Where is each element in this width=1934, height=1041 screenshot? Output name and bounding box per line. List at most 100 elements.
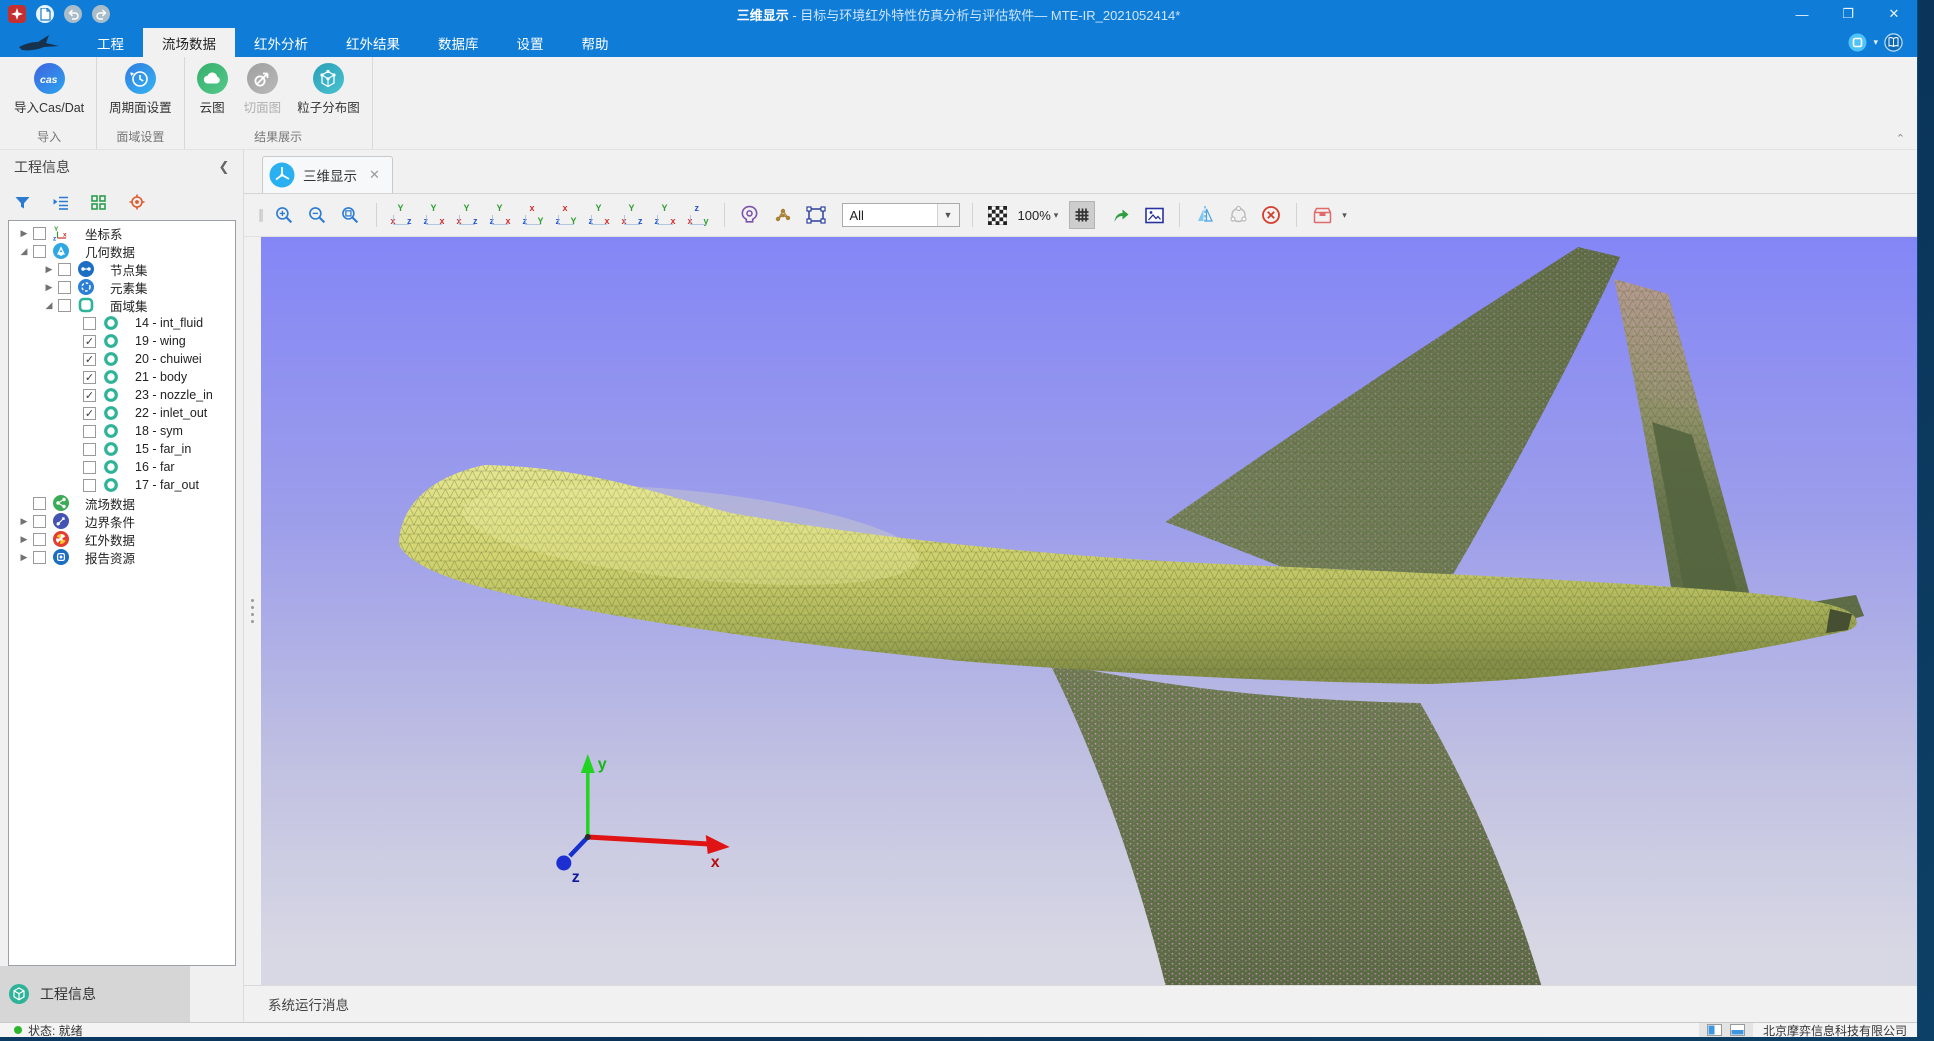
panel-splitter[interactable]	[244, 237, 261, 985]
filter-icon[interactable]	[14, 194, 31, 211]
tree-expander-icon[interactable]: ▶	[40, 264, 58, 275]
tree-expander-icon[interactable]: ▶	[15, 228, 33, 239]
new-document-icon[interactable]	[36, 5, 54, 23]
tree-row[interactable]: ✓19 - wing	[9, 332, 235, 350]
rotate-view-ccw-icon[interactable]: Yzx	[653, 203, 679, 227]
checkerboard-opacity-icon[interactable]	[985, 201, 1011, 229]
tab-3d-view[interactable]: 三维显示 ✕	[262, 156, 393, 193]
locate-icon[interactable]	[128, 194, 145, 211]
menu-item-infrared-results[interactable]: 红外结果	[327, 28, 419, 57]
tree-checkbox[interactable]: ✓	[83, 389, 96, 402]
dock-tab-project-info[interactable]: 工程信息	[0, 966, 190, 1022]
tree-checkbox[interactable]	[33, 497, 46, 510]
tree-checkbox[interactable]	[83, 479, 96, 492]
view-front-icon[interactable]: Yxz	[389, 203, 415, 227]
region-filter-select[interactable]: All ▼	[842, 203, 960, 227]
mesh-grid-toggle-icon[interactable]	[1069, 201, 1095, 229]
tree-checkbox[interactable]: ✓	[83, 407, 96, 420]
menu-item-database[interactable]: 数据库	[419, 28, 498, 57]
tree-row[interactable]: 14 - int_fluid	[9, 314, 235, 332]
tree-checkbox[interactable]	[33, 227, 46, 240]
smooth-surface-icon[interactable]	[1225, 201, 1251, 229]
view-back-icon[interactable]: Yzx	[422, 203, 448, 227]
tree-checkbox[interactable]	[33, 245, 46, 258]
tree-expander-icon[interactable]: ▶	[15, 516, 33, 527]
menu-item-flow-field-data[interactable]: 流场数据	[143, 28, 235, 57]
snapshot-image-icon[interactable]	[1141, 201, 1167, 229]
tree-checkbox[interactable]: ✓	[83, 353, 96, 366]
menu-item-help[interactable]: 帮助	[563, 28, 628, 57]
remove-result-icon[interactable]	[1258, 201, 1284, 229]
zoom-level-dropdown[interactable]: 100% ▾	[1018, 208, 1059, 223]
tab-close-icon[interactable]: ✕	[365, 167, 380, 183]
view-right-icon[interactable]: Yzx	[488, 203, 514, 227]
tree-expander-icon[interactable]: ◢	[15, 246, 33, 257]
tree-row[interactable]: ▶边界条件	[9, 512, 235, 530]
ribbon-button-contour-plot[interactable]: 云图	[191, 63, 234, 116]
tree-checkbox[interactable]	[83, 425, 96, 438]
ribbon-button-periodic-surface-settings[interactable]: 周期面设置	[103, 63, 178, 116]
view-iso-icon[interactable]: Yzx	[587, 203, 613, 227]
tree-row[interactable]: ◢几何数据	[9, 242, 235, 260]
tree-row[interactable]: ✓23 - nozzle_in	[9, 386, 235, 404]
toolbar-drag-handle[interactable]: ∥	[258, 207, 263, 223]
tree-expander-icon[interactable]: ▶	[15, 534, 33, 545]
chevron-down-icon[interactable]: ▼	[937, 204, 959, 226]
tree-checkbox[interactable]	[33, 551, 46, 564]
tree-row[interactable]: ▶节点集	[9, 260, 235, 278]
tree-row[interactable]: ✓20 - chuiwei	[9, 350, 235, 368]
tree-row[interactable]: ▶红外数据	[9, 530, 235, 548]
tree-checkbox[interactable]	[83, 461, 96, 474]
tree-expander-icon[interactable]: ▶	[15, 552, 33, 563]
ribbon-button-import-cas-dat[interactable]: cas导入Cas/Dat	[8, 63, 90, 116]
zoom-fit-icon[interactable]	[338, 201, 364, 229]
help-book-icon[interactable]	[1884, 33, 1903, 52]
layout-bottom-icon[interactable]	[1730, 1024, 1745, 1036]
tree-row[interactable]: 流场数据	[9, 494, 235, 512]
viewport-3d[interactable]: y x z	[261, 237, 1917, 985]
collapse-panel-icon[interactable]: ❮	[215, 159, 233, 175]
tree-row[interactable]: ▶报告资源	[9, 548, 235, 566]
tree-checkbox[interactable]	[33, 533, 46, 546]
particles-icon[interactable]	[770, 201, 796, 229]
tree-row[interactable]: 16 - far	[9, 458, 235, 476]
tree-checkbox[interactable]	[58, 263, 71, 276]
zoom-in-icon[interactable]	[272, 201, 298, 229]
export-arrow-icon[interactable]	[1108, 201, 1134, 229]
view-iso-alt-icon[interactable]: Yxz	[620, 203, 646, 227]
tree-expander-icon[interactable]: ◢	[40, 300, 58, 311]
view-left-icon[interactable]: Yxz	[455, 203, 481, 227]
grid-view-icon[interactable]	[90, 194, 107, 211]
menu-item-infrared-analysis[interactable]: 红外分析	[235, 28, 327, 57]
undo-icon[interactable]	[64, 5, 82, 23]
project-tree[interactable]: ▶Yzx坐标系◢几何数据▶节点集▶元素集◢面域集14 - int_fluid✓1…	[8, 220, 236, 966]
maximize-button[interactable]: ❐	[1825, 0, 1871, 28]
tree-row[interactable]: 18 - sym	[9, 422, 235, 440]
chevron-down-icon[interactable]: ▾	[1342, 210, 1347, 221]
rotate-view-cw-icon[interactable]: zxy	[686, 203, 712, 227]
select-region-icon[interactable]	[803, 201, 829, 229]
collapse-ribbon-icon[interactable]: ⌃	[1896, 132, 1917, 149]
tree-checkbox[interactable]	[83, 317, 96, 330]
tree-row[interactable]: ▶元素集	[9, 278, 235, 296]
tree-expander-icon[interactable]: ▶	[40, 282, 58, 293]
tree-row[interactable]: ◢面域集	[9, 296, 235, 314]
minimize-button[interactable]: —	[1779, 0, 1825, 28]
view-bottom-icon[interactable]: xzY	[554, 203, 580, 227]
view-top-icon[interactable]: xzY	[521, 203, 547, 227]
close-button[interactable]: ✕	[1871, 0, 1917, 28]
tree-checkbox[interactable]	[58, 299, 71, 312]
tree-row[interactable]: 17 - far_out	[9, 476, 235, 494]
ribbon-button-particle-distribution[interactable]: 粒子分布图	[291, 63, 366, 116]
tree-checkbox[interactable]: ✓	[83, 371, 96, 384]
tree-row[interactable]: 15 - far_in	[9, 440, 235, 458]
tree-checkbox[interactable]	[83, 443, 96, 456]
save-box-icon[interactable]	[1309, 201, 1335, 229]
layout-left-icon[interactable]	[1707, 1024, 1722, 1036]
mirror-icon[interactable]	[1192, 201, 1218, 229]
tree-checkbox[interactable]	[58, 281, 71, 294]
menu-item-project[interactable]: 工程	[78, 28, 143, 57]
zoom-out-icon[interactable]	[305, 201, 331, 229]
menu-item-settings[interactable]: 设置	[498, 28, 563, 57]
run-status-icon[interactable]	[1848, 33, 1867, 52]
